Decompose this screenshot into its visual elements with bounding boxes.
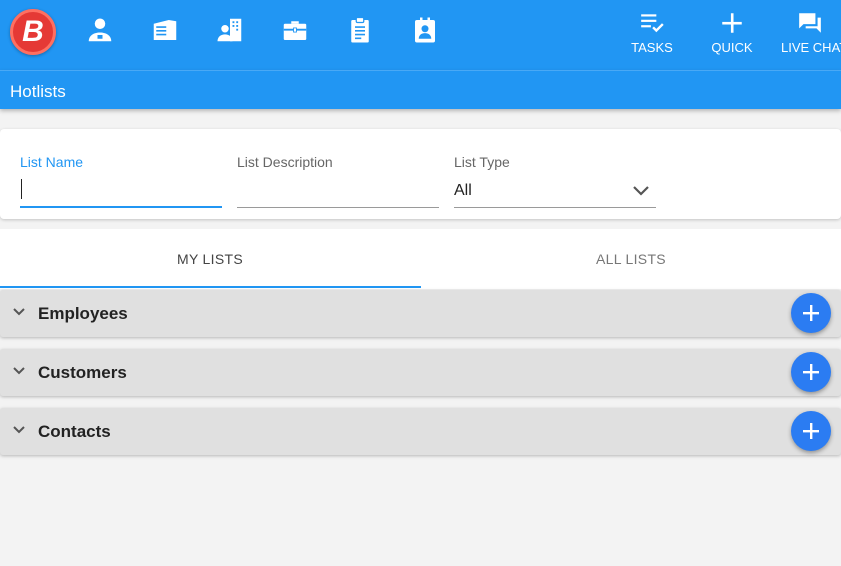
list-name-field[interactable]: List Name	[20, 129, 222, 219]
list-type-label: List Type	[454, 154, 510, 170]
add-customer-list-button[interactable]	[791, 352, 831, 392]
chevron-down-icon[interactable]	[12, 365, 26, 377]
people-building-icon[interactable]	[214, 14, 246, 46]
list-type-select[interactable]: List Type All	[454, 129, 656, 219]
plus-icon	[722, 13, 742, 33]
page-title-bar: Hotlists	[0, 70, 841, 109]
live-chat-button[interactable]: LIVE CHAT	[781, 10, 841, 64]
logo-letter: B	[22, 15, 44, 48]
list-description-label: List Description	[237, 154, 333, 170]
chevron-down-icon[interactable]	[12, 424, 26, 436]
chat-icon	[799, 13, 821, 33]
list-description-underline	[237, 207, 439, 208]
panel-customers[interactable]: Customers	[0, 349, 841, 396]
tab-all-lists[interactable]: ALL LISTS	[421, 229, 841, 289]
chevron-down-icon[interactable]	[632, 184, 650, 198]
top-nav-bar: B TASKS QUICK LIVE CHAT	[0, 0, 841, 70]
add-employee-list-button[interactable]	[791, 293, 831, 333]
list-description-field[interactable]: List Description	[237, 129, 439, 219]
panel-title: Employees	[38, 304, 128, 323]
list-type-value: All	[454, 182, 472, 199]
tasks-icon	[641, 14, 664, 33]
list-tabs: MY LISTS ALL LISTS	[0, 229, 841, 289]
active-tab-indicator	[0, 286, 421, 288]
tasks-label: TASKS	[631, 40, 673, 55]
person-icon[interactable]	[84, 14, 116, 46]
clipboard-icon[interactable]	[344, 14, 376, 46]
live-chat-label: LIVE CHAT	[781, 40, 841, 55]
contact-card-icon[interactable]	[409, 14, 441, 46]
plus-icon	[803, 364, 819, 380]
panel-title: Contacts	[38, 422, 111, 441]
plus-icon	[803, 423, 819, 439]
chevron-down-icon[interactable]	[12, 306, 26, 318]
panel-employees[interactable]: Employees	[0, 290, 841, 337]
quick-add-button[interactable]: QUICK	[710, 10, 754, 64]
list-name-underline	[20, 206, 222, 208]
add-contact-list-button[interactable]	[791, 411, 831, 451]
tasks-button[interactable]: TASKS	[630, 10, 674, 64]
brand-logo[interactable]: B	[10, 9, 56, 55]
panel-contacts[interactable]: Contacts	[0, 408, 841, 455]
filter-card: List Name List Description List Type All	[0, 129, 841, 219]
list-type-underline	[454, 207, 656, 208]
page-title: Hotlists	[10, 82, 66, 101]
panel-title: Customers	[38, 363, 127, 382]
tab-my-lists[interactable]: MY LISTS	[0, 229, 420, 289]
quick-label: QUICK	[711, 40, 753, 55]
plus-icon	[803, 305, 819, 321]
text-cursor	[21, 179, 22, 199]
list-name-label: List Name	[20, 154, 84, 170]
briefcase-icon[interactable]	[279, 14, 311, 46]
building-icon[interactable]	[149, 14, 181, 46]
